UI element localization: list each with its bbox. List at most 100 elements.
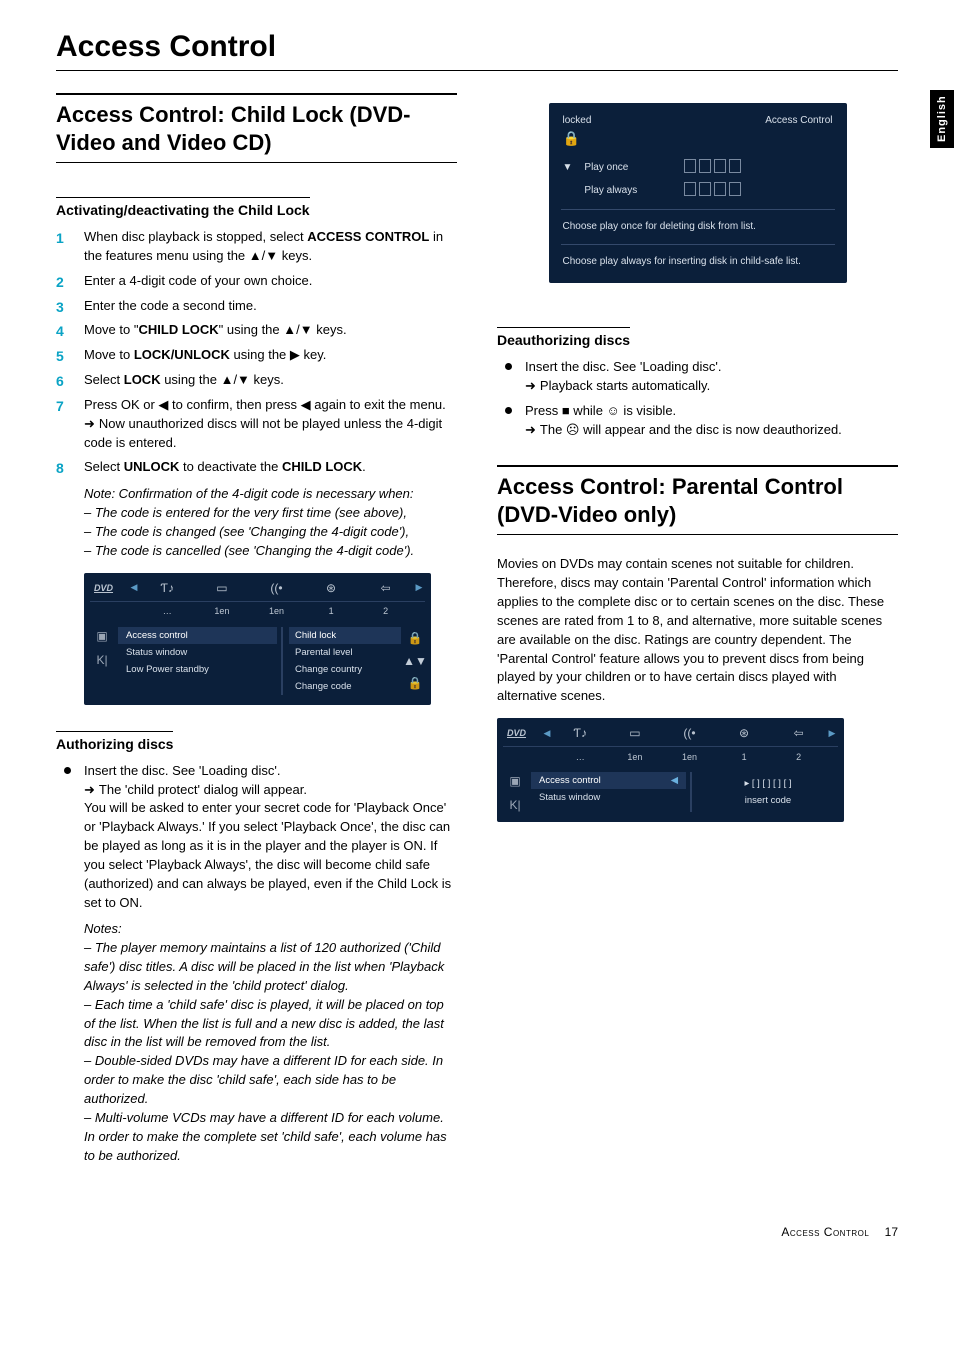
- code-boxes: [684, 159, 744, 176]
- step-text: Enter a 4-digit code of your own choice.: [84, 273, 312, 288]
- page-title: Access Control: [56, 30, 898, 71]
- osd-tab-icon: Ƭ♪: [553, 726, 608, 740]
- osd-submenu-item: Change country: [289, 661, 401, 678]
- footer-label: Access Control: [781, 1225, 869, 1239]
- osd-tab-label: …: [140, 606, 195, 616]
- step-text: When disc playback is stopped, select AC…: [84, 229, 443, 263]
- step-text: Enter the code a second time.: [84, 298, 257, 313]
- bullet-result: The 'child protect' dialog will appear.: [84, 781, 457, 800]
- osd-tab-label: 1: [304, 606, 359, 616]
- auth-paragraph: You will be asked to enter your secret c…: [84, 799, 457, 912]
- step-7: Press OK or ◀ to confirm, then press ◀ a…: [56, 396, 457, 453]
- left-column: Access Control: Child Lock (DVD-Video an…: [56, 93, 457, 1165]
- step-8: Select UNLOCK to deactivate the CHILD LO…: [56, 458, 457, 477]
- osd-status: locked: [563, 115, 592, 126]
- bullet-result: The ☹ will appear and the disc is now de…: [525, 421, 898, 440]
- lock-icon: 🔒: [408, 631, 423, 645]
- step-text: Move to "CHILD LOCK" using the ▲/▼ keys.: [84, 322, 347, 337]
- osd-sidebar-icon: ▣: [96, 629, 107, 643]
- osd-tab-icon: ▭: [195, 581, 250, 595]
- osd-tab-label: 1: [717, 752, 772, 762]
- step-text: Select UNLOCK to deactivate the CHILD LO…: [84, 459, 366, 474]
- osd-tab-label: 1en: [195, 606, 250, 616]
- osd-tab-icon: ⇦: [771, 726, 826, 740]
- subsection-activating: Activating/deactivating the Child Lock: [56, 197, 310, 218]
- osd-tab-label: 1en: [608, 752, 663, 762]
- osd-row-label: Play once: [584, 162, 672, 173]
- osd-right-arrow-icon: ▶: [413, 582, 425, 593]
- osd-logo: DVD: [507, 728, 541, 738]
- osd-left-arrow-icon: ◀: [128, 582, 140, 593]
- step-3: Enter the code a second time.: [56, 297, 457, 316]
- osd-tab-icon: ((•: [662, 726, 717, 740]
- osd-code-boxes: ▸ [ ] [ ] [ ] [ ]: [698, 775, 838, 792]
- osd-tab-icon: ((•: [249, 581, 304, 595]
- lock-icon: 🔒: [563, 130, 833, 147]
- osd-sidebar-icon: K|: [96, 653, 107, 667]
- osd-locked-dialog: locked Access Control 🔒 ▼ Play once ▼ Pl…: [549, 103, 847, 283]
- osd-submenu-item: Child lock: [289, 627, 401, 644]
- bullet-item: Insert the disc. See 'Loading disc'. Pla…: [497, 358, 898, 396]
- osd-submenu-item: Change code: [289, 678, 401, 695]
- authorizing-bullets: Insert the disc. See 'Loading disc'. The…: [56, 762, 457, 913]
- subsection-authorizing: Authorizing discs: [56, 731, 173, 752]
- notes-label: Notes:: [56, 920, 457, 939]
- osd-left-arrow-icon: ◀: [541, 728, 553, 739]
- osd-tab-label: 1en: [249, 606, 304, 616]
- osd-sidebar-icon: K|: [509, 798, 520, 812]
- osd-tab-label: 2: [771, 752, 826, 762]
- code-boxes: [684, 182, 744, 199]
- parental-paragraph: Movies on DVDs may contain scenes not su…: [497, 555, 898, 706]
- osd-tab-label: …: [553, 752, 608, 762]
- osd-title: Access Control: [765, 115, 832, 126]
- page-footer: Access Control 17: [56, 1225, 898, 1239]
- right-column: locked Access Control 🔒 ▼ Play once ▼ Pl…: [497, 93, 898, 1165]
- notes-item: – The player memory maintains a list of …: [56, 939, 457, 996]
- osd-insert-code-menu: DVD ◀ Ƭ♪ ▭ ((• ⊛ ⇦ ▶ DVD ◀ … 1en 1en 1 2…: [497, 718, 844, 822]
- bullet-text: Insert the disc. See 'Loading disc'.: [84, 763, 280, 778]
- section-parental-control: Access Control: Parental Control (DVD-Vi…: [497, 465, 898, 535]
- updown-icon: ▲▼: [403, 654, 427, 668]
- step-7-result: Now unauthorized discs will not be playe…: [84, 415, 457, 453]
- osd-menu-item: Low Power standby: [118, 661, 277, 678]
- language-tab: English: [930, 90, 954, 148]
- step-text: Move to LOCK/UNLOCK using the ▶ key.: [84, 347, 326, 362]
- osd-footnote: Choose play always for inserting disk in…: [563, 255, 833, 269]
- step-text: Press OK or ◀ to confirm, then press ◀ a…: [84, 397, 446, 412]
- osd-marker-icon: ▼: [563, 162, 573, 173]
- step-1: When disc playback is stopped, select AC…: [56, 228, 457, 266]
- osd-row-label: Play always: [584, 185, 672, 196]
- step-2: Enter a 4-digit code of your own choice.: [56, 272, 457, 291]
- notes-item: – Each time a 'child safe' disc is playe…: [56, 996, 457, 1053]
- bullet-text: Press ■ while ☺ is visible.: [525, 403, 676, 418]
- osd-tab-label: 2: [358, 606, 413, 616]
- code-note-lead: Note: Confirmation of the 4-digit code i…: [56, 485, 457, 504]
- osd-menu-item: Status window: [118, 644, 277, 661]
- bullet-item: Insert the disc. See 'Loading disc'. The…: [56, 762, 457, 913]
- content-columns: Access Control: Child Lock (DVD-Video an…: [56, 93, 898, 1165]
- osd-menu-item: Access control ◀: [531, 772, 686, 789]
- osd-tab-icon: Ƭ♪: [140, 581, 195, 595]
- code-note-item: – The code is entered for the very first…: [56, 504, 457, 523]
- code-note-item: – The code is changed (see 'Changing the…: [56, 523, 457, 542]
- osd-code-hint: insert code: [698, 792, 838, 809]
- bullet-text: Insert the disc. See 'Loading disc'.: [525, 359, 721, 374]
- osd-menu-item: Access control: [118, 627, 277, 644]
- step-text: Select LOCK using the ▲/▼ keys.: [84, 372, 284, 387]
- osd-access-control-menu: DVD ◀ Ƭ♪ ▭ ((• ⊛ ⇦ ▶ DVD ◀ … 1en 1en 1 2…: [84, 573, 431, 705]
- notes-item: – Double-sided DVDs may have a different…: [56, 1052, 457, 1109]
- osd-tab-icon: ⇦: [358, 581, 413, 595]
- bullet-result: Playback starts automatically.: [525, 377, 898, 396]
- footer-page-number: 17: [885, 1225, 898, 1239]
- osd-footnote: Choose play once for deleting disk from …: [563, 220, 833, 234]
- step-6: Select LOCK using the ▲/▼ keys.: [56, 371, 457, 390]
- osd-logo: DVD: [94, 583, 128, 593]
- osd-submenu-item: Parental level: [289, 644, 401, 661]
- child-lock-steps: When disc playback is stopped, select AC…: [56, 228, 457, 477]
- step-4: Move to "CHILD LOCK" using the ▲/▼ keys.: [56, 321, 457, 340]
- osd-menu-text: Access control: [539, 775, 601, 786]
- osd-right-arrow-icon: ▶: [826, 728, 838, 739]
- lock-icon: 🔒: [408, 676, 423, 690]
- bullet-item: Press ■ while ☺ is visible. The ☹ will a…: [497, 402, 898, 440]
- osd-tab-icon: ⊛: [717, 726, 772, 740]
